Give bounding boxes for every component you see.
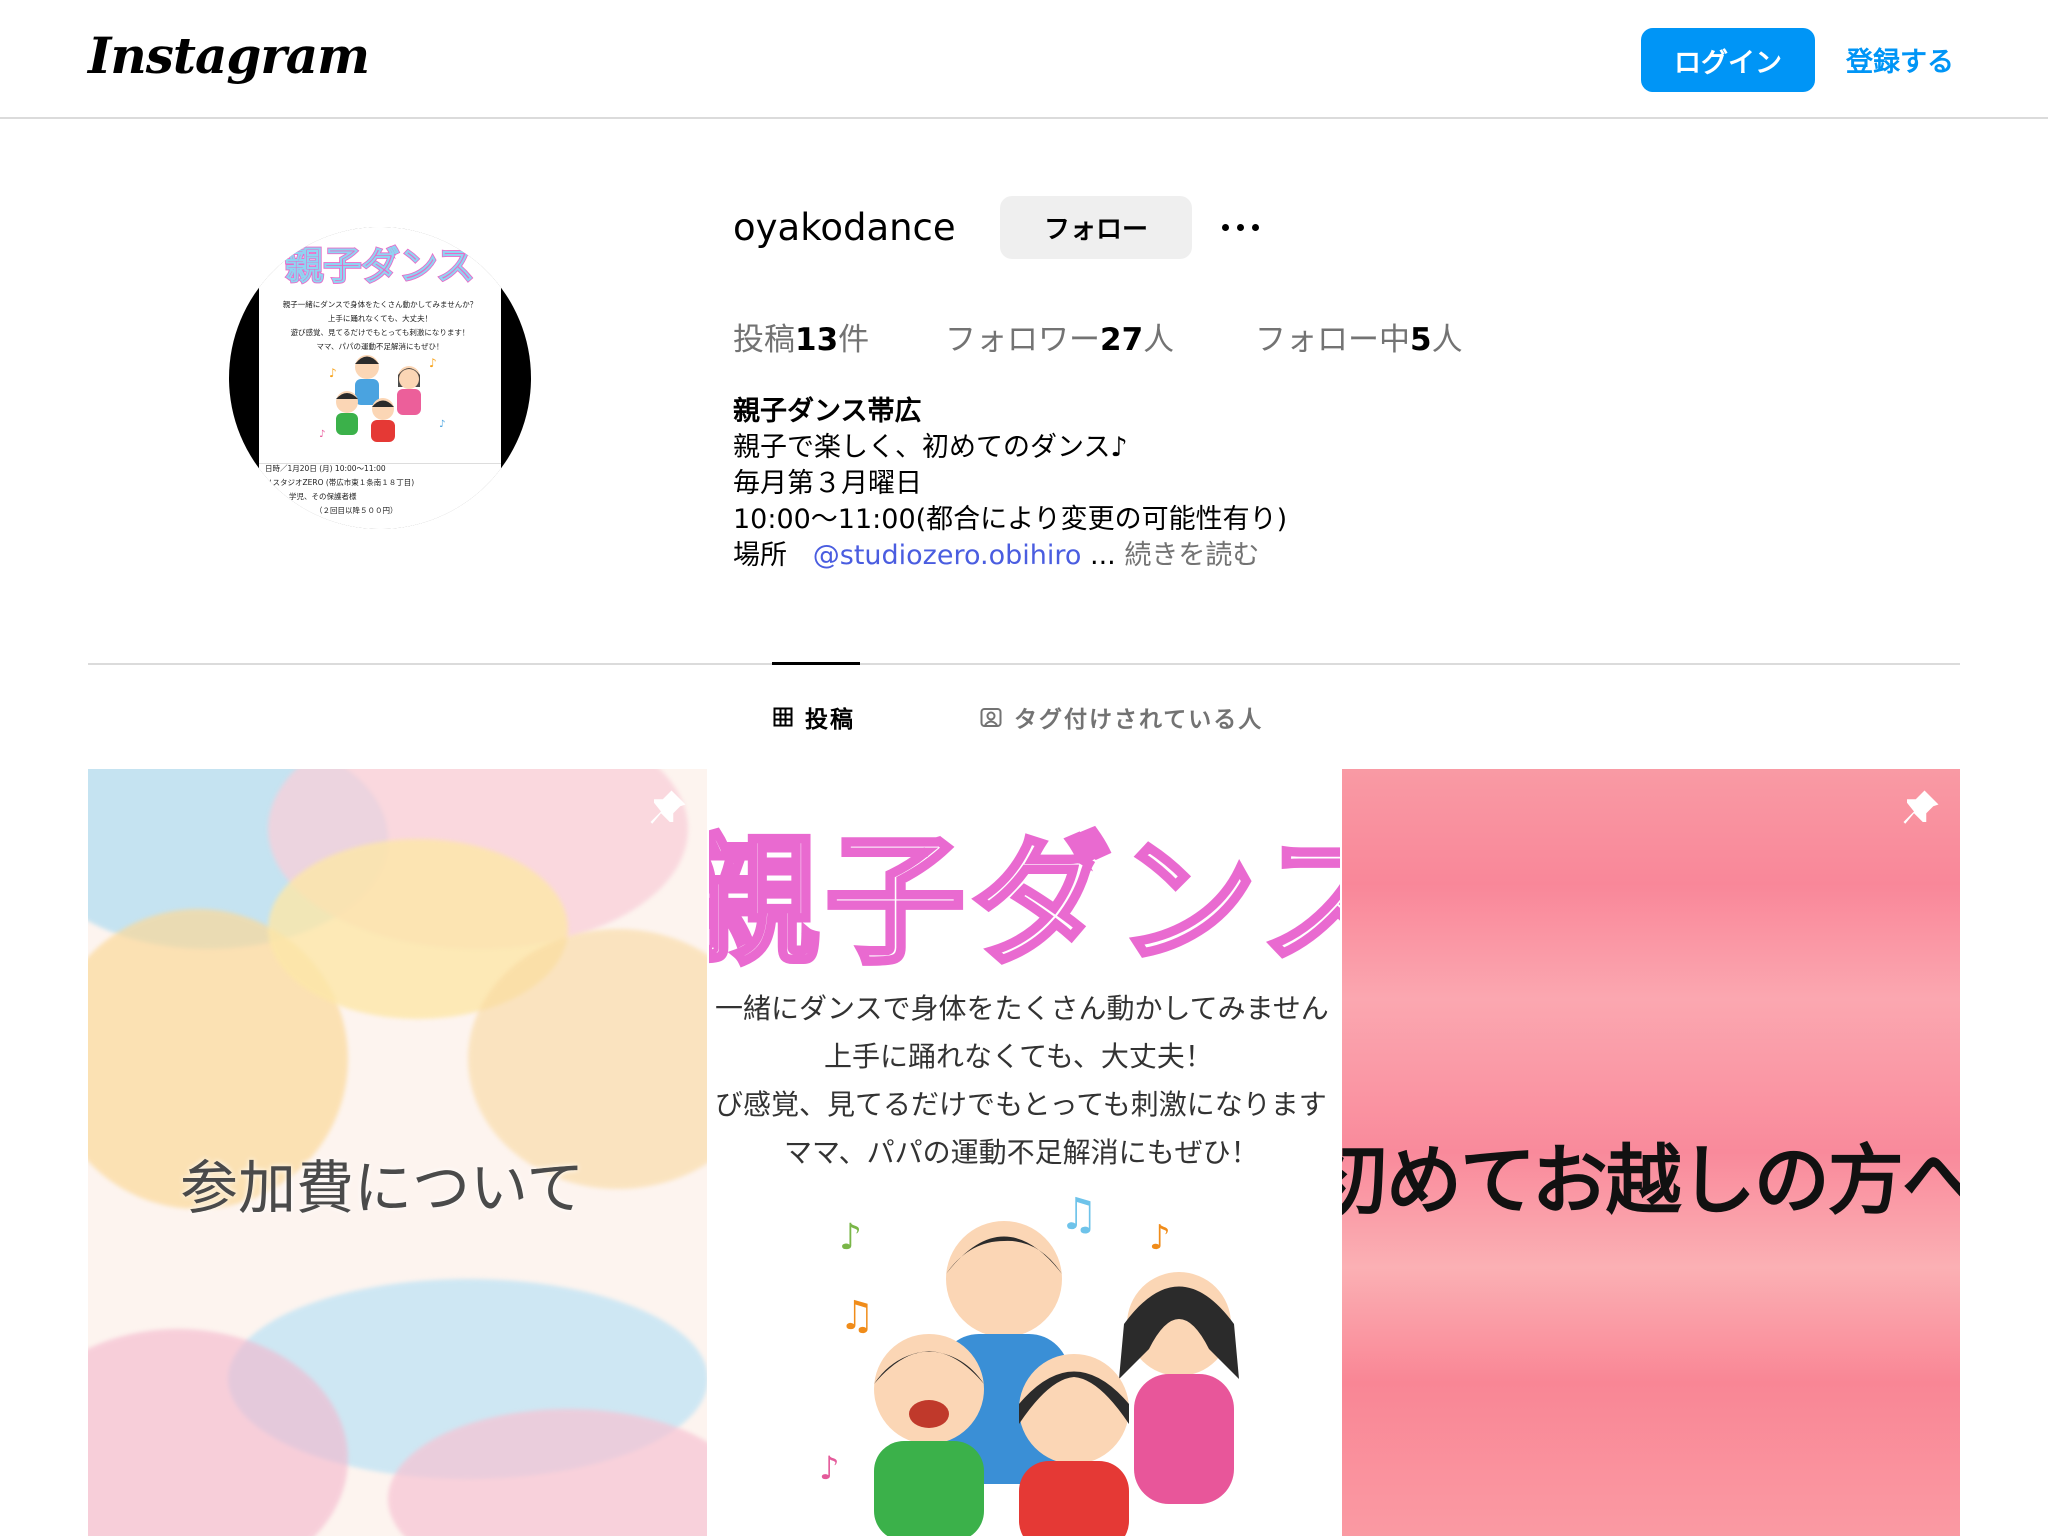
post-tile[interactable]: 親子ダンス 一緒にダンスで身体をたくさん動かしてみません 上手に踊れなくても、大…: [709, 769, 1340, 1536]
post-text-line: ママ、パパの運動不足解消にもぜひ！: [784, 1136, 1259, 1169]
grid-icon: [773, 707, 793, 727]
avatar-text-1: 親子一緒にダンスで身体をたくさん動かしてみませんか？: [283, 299, 477, 309]
more-options-button[interactable]: [1212, 196, 1268, 259]
login-button[interactable]: ログイン: [1641, 28, 1815, 92]
profile-username: oyakodance: [733, 206, 956, 249]
posts-count-stat: 投稿13件: [733, 314, 869, 359]
svg-text:♪: ♪: [1149, 1218, 1171, 1258]
post-caption-text: 参加費について: [180, 1154, 585, 1222]
bio-more-link[interactable]: 続きを読む: [1124, 540, 1259, 571]
post-text-line: び感覚、見てるだけでもとっても刺激になります: [715, 1088, 1327, 1121]
pin-icon: [650, 790, 686, 824]
tab-tagged[interactable]: タグ付けされている人: [980, 700, 1263, 734]
tagged-person-icon: [980, 708, 1002, 727]
svg-text:♪: ♪: [319, 429, 325, 440]
post-title-text: 親子ダンス: [709, 819, 1340, 987]
svg-text:♪: ♪: [819, 1449, 839, 1487]
bio-display-name: 親子ダンス帯広: [733, 396, 922, 427]
post-caption-text: 初めてお越しの方へ: [1342, 1136, 1960, 1225]
svg-text:♪: ♪: [439, 419, 445, 430]
posts-stat-value: 13: [795, 322, 839, 358]
follow-button[interactable]: フォロー: [1000, 196, 1192, 259]
svg-text:♫: ♫: [839, 1293, 875, 1339]
dot-icon: [1236, 224, 1244, 231]
following-stat-value: 5: [1410, 322, 1432, 358]
avatar-text-8: （２回目以降５００円）: [315, 505, 398, 515]
posts-stat-unit: 件: [838, 322, 870, 358]
tab-tagged-label: タグ付けされている人: [1014, 707, 1264, 733]
active-tab-indicator: [772, 662, 860, 665]
following-stat-label: フォロー中: [1255, 322, 1410, 358]
bio-place-label: 場所: [733, 540, 787, 571]
svg-text:親子ダンス: 親子ダンス: [285, 244, 474, 288]
svg-text:♪: ♪: [329, 366, 337, 380]
followers-stat-label: フォロワー: [945, 322, 1100, 358]
following-stat-unit: 人: [1431, 322, 1463, 358]
post-tile[interactable]: 初めてお越しの方へ: [1342, 769, 1960, 1536]
avatar-text-6: ノスタジオZERO (帯広市東１条南１８丁目): [265, 477, 414, 487]
bio-line: 10:00〜11:00(都合により変更の可能性有り): [733, 504, 1288, 535]
bio-line: 毎月第３月曜日: [733, 468, 922, 499]
followers-stat-value: 27: [1100, 322, 1144, 358]
dancing-kids-illustration: ♪ ♫ ♪ ♫ ♪ ♪: [819, 1189, 1239, 1536]
signup-link[interactable]: 登録する: [1846, 40, 1954, 79]
dot-icon: [1221, 224, 1229, 231]
bio-ellipsis: ...: [1090, 540, 1116, 571]
top-nav-bar: Instagram ログイン 登録する: [0, 0, 2048, 119]
bio-line: 場所 @studiozero.obihiro ... 続きを読む: [733, 538, 1287, 574]
instagram-logo[interactable]: Instagram: [88, 26, 370, 85]
tabs-divider: [88, 663, 1960, 665]
profile-bio: 親子ダンス帯広 親子で楽しく、初めてのダンス♪ 毎月第３月曜日 10:00〜11…: [733, 394, 1287, 574]
posts-stat-label: 投稿: [733, 322, 795, 358]
followers-stat-unit: 人: [1143, 322, 1175, 358]
bio-line: 親子で楽しく、初めてのダンス♪: [733, 432, 1128, 463]
avatar-text-3: 遊び感覚、見てるだけでもとっても刺激になります！: [291, 327, 470, 337]
tab-posts-label: 投稿: [805, 707, 855, 733]
bio-mention-link[interactable]: @studiozero.obihiro: [813, 540, 1082, 571]
post-tile[interactable]: 参加費について: [88, 769, 707, 1536]
avatar-text-2: 上手に踊れなくても、大丈夫！: [328, 313, 432, 323]
pin-icon: [1903, 790, 1939, 824]
svg-text:♪: ♪: [429, 356, 437, 370]
dot-icon: [1251, 224, 1259, 231]
post-text-line: 一緒にダンスで身体をたくさん動かしてみません: [715, 992, 1329, 1025]
followers-count-stat[interactable]: フォロワー27人: [945, 314, 1174, 359]
tab-posts[interactable]: 投稿: [773, 700, 855, 734]
following-count-stat[interactable]: フォロー中5人: [1255, 314, 1463, 359]
avatar-text-4: ママ、パパの運動不足解消にもぜひ！: [316, 341, 443, 351]
svg-text:♪: ♪: [839, 1217, 862, 1258]
avatar-text-7: 学児、その保護者様: [289, 491, 357, 501]
avatar-text-5: 日時／1月20日 (月) 10:00〜11:00: [265, 464, 386, 473]
svg-text:♫: ♫: [1059, 1189, 1098, 1240]
profile-avatar[interactable]: 親子ダンス 親子ダンス 親子一緒にダンスで身体をたくさん動かしてみませんか？ 上…: [229, 227, 531, 529]
avatar-poster-image: 親子ダンス 親子ダンス 親子一緒にダンスで身体をたくさん動かしてみませんか？ 上…: [259, 227, 501, 529]
post-text-line: 上手に踊れなくても、大丈夫！: [824, 1040, 1213, 1073]
